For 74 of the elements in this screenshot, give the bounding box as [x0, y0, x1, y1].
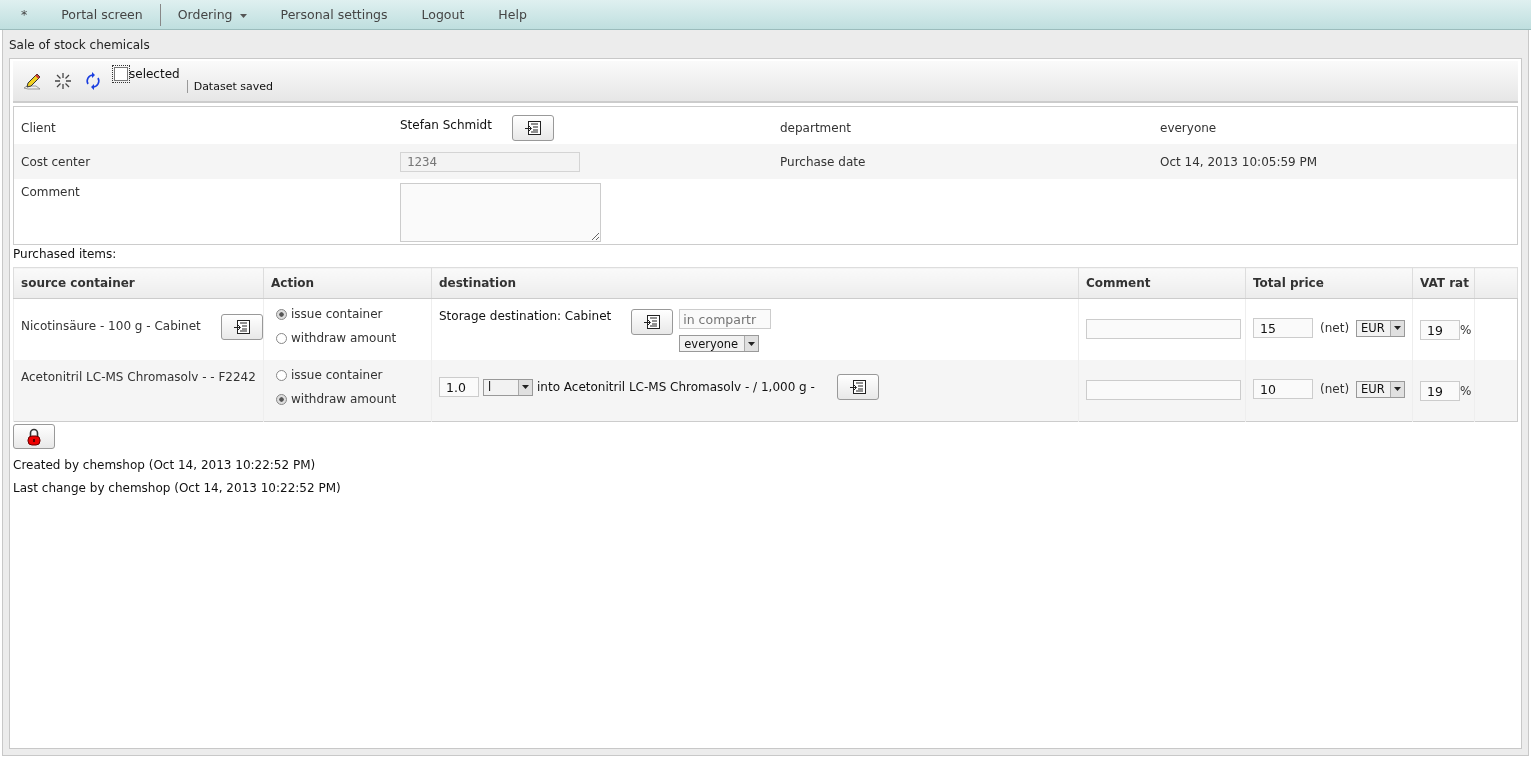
select-button[interactable]: [631, 309, 674, 335]
select-button[interactable]: [836, 374, 879, 400]
source-container: Nicotinsäure - 100 g - Cabinet: [21, 317, 201, 340]
field-label: department: [780, 120, 851, 135]
comment-field[interactable]: [1086, 319, 1241, 339]
radio-button[interactable]: [276, 308, 287, 320]
refresh-icon[interactable]: [85, 72, 101, 90]
net-label: (net): [1320, 321, 1350, 335]
unit-dropdown[interactable]: l: [483, 378, 533, 396]
caret-icon: [239, 13, 247, 18]
menu-item[interactable]: Logout: [404, 3, 482, 26]
field-label: Client: [21, 120, 56, 135]
radio-button[interactable]: [276, 369, 287, 381]
storage-destination: Storage destination: Cabinet: [439, 309, 612, 325]
list-icon: [523, 120, 542, 136]
menu-item[interactable]: Help: [481, 3, 544, 26]
percent-sign: %: [1460, 323, 1472, 337]
amount-field[interactable]: 1.0: [439, 377, 479, 397]
menu-item[interactable]: *: [4, 3, 45, 26]
lock-icon: [27, 427, 41, 446]
caret-icon: [522, 385, 529, 389]
sparkle-icon[interactable]: [54, 72, 72, 90]
radio-label: issue container: [291, 307, 383, 321]
column-header: Action: [263, 267, 432, 299]
field-label: Cost center: [21, 154, 91, 169]
radio-button[interactable]: [276, 332, 287, 344]
list-icon: [848, 379, 867, 395]
lock-button[interactable]: [13, 424, 55, 449]
audit-text: Created by chemshop (Oct 14, 2013 10:22:52 PM): [13, 458, 317, 472]
source-container: Acetonitril LC-MS Chromasolv - - F2242: [21, 368, 256, 388]
field-label: Purchase date: [780, 154, 866, 169]
field-label: Comment: [21, 184, 80, 199]
currency-dropdown[interactable]: EUR: [1356, 319, 1405, 337]
field-value: everyone: [1160, 120, 1217, 135]
compartment-field[interactable]: in compartr: [679, 309, 772, 329]
caret-icon: [1394, 326, 1401, 330]
audit-text: Last change by chemshop (Oct 14, 2013 10:22:52 PM): [13, 481, 342, 495]
comment-field[interactable]: [400, 183, 601, 242]
price-field[interactable]: 10: [1253, 379, 1313, 399]
column-header: source container: [13, 267, 264, 299]
column-header: destination: [431, 267, 1079, 299]
caret-icon: [1394, 387, 1401, 391]
checkbox[interactable]: [114, 67, 128, 81]
column-header: Total price: [1245, 267, 1413, 299]
vat-field[interactable]: 19: [1420, 381, 1460, 401]
radio-button[interactable]: [276, 393, 287, 405]
vat-field[interactable]: 19: [1420, 320, 1460, 340]
menu-item[interactable]: Ordering: [160, 3, 264, 26]
radio-label: withdraw amount: [291, 331, 397, 345]
radio-label: withdraw amount: [291, 392, 397, 406]
radio-label: issue container: [291, 368, 383, 382]
currency-dropdown[interactable]: EUR: [1356, 380, 1405, 398]
caret-icon: [748, 341, 756, 346]
select-button[interactable]: [220, 314, 263, 340]
pencil-icon[interactable]: [23, 72, 41, 90]
status-message: Dataset saved: [186, 79, 273, 93]
field-value: Oct 14, 2013 10:05:59 PM: [1160, 154, 1318, 169]
column-header: Comment: [1078, 267, 1246, 299]
target-container: into Acetonitril LC-MS Chromasolv - / 1,000 g -: [537, 380, 815, 394]
page-title: Sale of stock chemicals: [9, 37, 151, 54]
menu-item[interactable]: Portal screen: [44, 3, 161, 26]
percent-sign: %: [1460, 384, 1472, 398]
column-header: VAT rat: [1412, 267, 1475, 299]
section-label: Purchased items:: [13, 246, 118, 263]
menu-item[interactable]: Personal settings: [263, 3, 405, 26]
client-name: Stefan Schmidt: [400, 117, 492, 132]
list-icon: [643, 314, 662, 330]
checkbox-label: selected: [129, 67, 180, 81]
net-label: (net): [1320, 382, 1350, 396]
comment-field[interactable]: [1086, 380, 1241, 400]
price-field[interactable]: 15: [1253, 318, 1313, 338]
list-icon: [232, 319, 251, 335]
group-dropdown[interactable]: everyone: [679, 335, 760, 352]
select-button[interactable]: [511, 115, 554, 141]
